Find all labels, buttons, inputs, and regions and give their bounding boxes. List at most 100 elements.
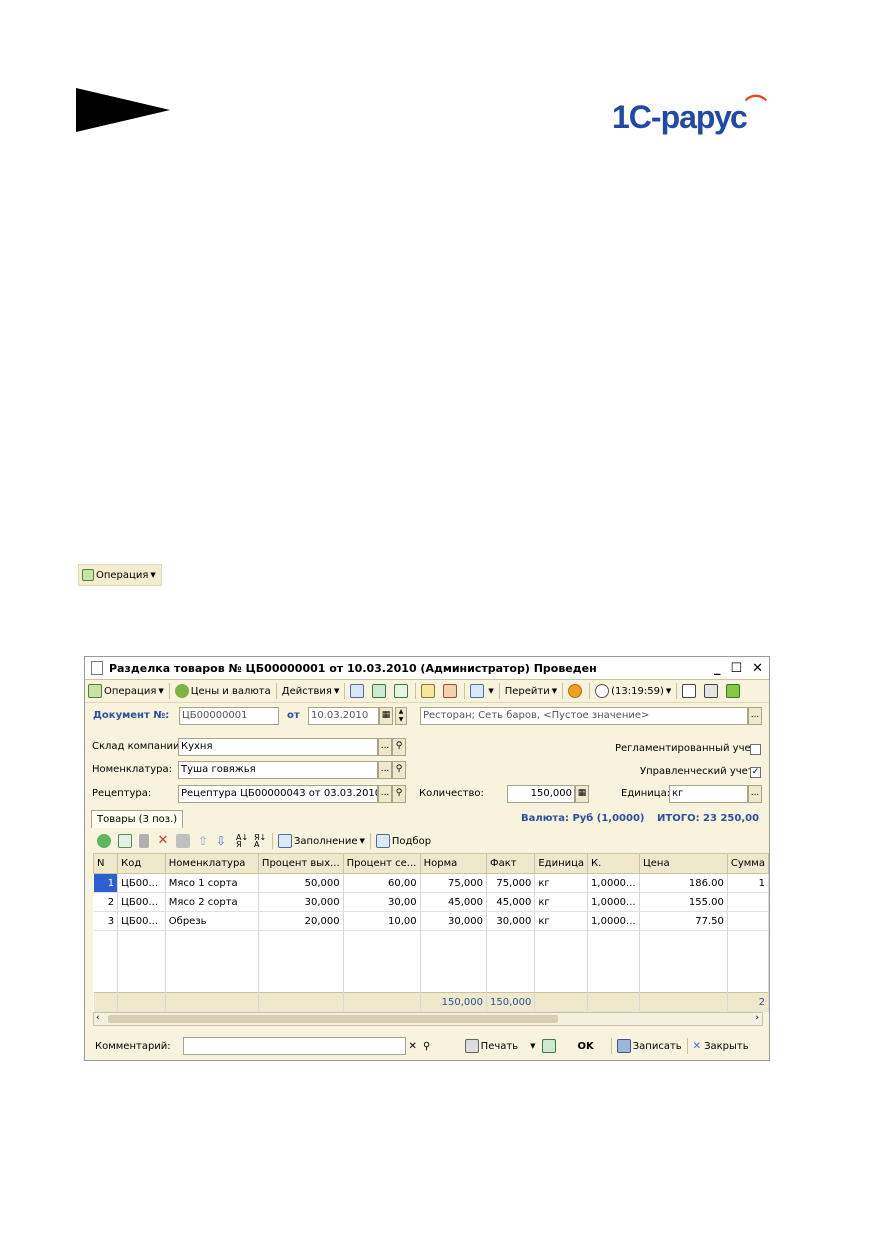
close-button[interactable]: ✕ Закрыть xyxy=(690,1037,752,1055)
document-number-field[interactable]: ЦБ00000001 xyxy=(179,707,279,725)
list-view-button[interactable] xyxy=(701,682,723,700)
cell[interactable]: 1,0000... xyxy=(587,911,640,931)
scroll-right-icon[interactable]: › xyxy=(755,1013,759,1023)
calculator-button[interactable]: ▦ xyxy=(575,785,589,803)
cell[interactable]: ЦБ00... xyxy=(117,873,166,893)
column-header[interactable]: Единица xyxy=(534,853,589,874)
column-header[interactable]: Код xyxy=(117,853,166,874)
recipe-search-button[interactable]: ⚲ xyxy=(392,785,406,803)
sort-descending-icon[interactable]: Я↓ A xyxy=(254,834,268,849)
cell[interactable]: 20,000 xyxy=(258,911,344,931)
cell[interactable] xyxy=(727,892,770,912)
cell[interactable]: кг xyxy=(534,892,589,912)
nomenclature-search-button[interactable]: ⚲ xyxy=(392,761,406,779)
cell[interactable]: 1,0000... xyxy=(587,873,640,893)
minimize-button[interactable]: _ xyxy=(714,661,721,676)
cell[interactable]: 3 xyxy=(93,911,119,931)
move-up-icon[interactable]: ⇧ xyxy=(196,834,210,848)
sort-ascending-icon[interactable]: A↓ Я xyxy=(236,834,250,849)
save-button[interactable]: Записать xyxy=(614,1037,685,1055)
column-header[interactable]: Сумма xyxy=(726,853,770,874)
cell[interactable]: 30,000 xyxy=(258,892,344,912)
cell[interactable]: 2 xyxy=(93,892,119,912)
table-row[interactable]: 2 ЦБ00... Мясо 2 сорта 30,000 30,00 45,0… xyxy=(93,892,770,912)
organization-select-button[interactable]: ... xyxy=(748,707,762,725)
prices-currency-button[interactable]: Цены и валюта xyxy=(172,682,274,700)
copy-row-icon[interactable] xyxy=(118,834,132,848)
post-document-button[interactable] xyxy=(347,682,369,700)
column-header[interactable]: N xyxy=(92,853,119,874)
search-icon[interactable]: ⚲ xyxy=(420,1041,434,1052)
regulated-accounting-checkbox[interactable] xyxy=(750,744,761,755)
cell[interactable]: 1 xyxy=(727,873,770,893)
organization-field[interactable]: Ресторан; Сеть баров, <Пустое значение> xyxy=(420,707,748,725)
cell[interactable]: 30,00 xyxy=(343,892,421,912)
fill-up-button[interactable] xyxy=(440,682,462,700)
maximize-button[interactable]: ☐ xyxy=(730,661,742,676)
cell[interactable]: Мясо 1 сорта xyxy=(165,873,259,893)
hierarchy-button[interactable] xyxy=(679,682,701,700)
unit-field[interactable]: кг xyxy=(669,785,748,803)
date-spinner[interactable]: ▲ ▼ xyxy=(395,707,407,725)
cell[interactable]: Обрезь xyxy=(165,911,259,931)
cell[interactable]: 186.00 xyxy=(639,873,728,893)
unit-select-button[interactable]: ... xyxy=(748,785,762,803)
ok-button[interactable]: OK xyxy=(575,1037,597,1055)
move-down-icon[interactable]: ⇩ xyxy=(214,834,228,848)
cell[interactable]: 60,00 xyxy=(343,873,421,893)
recipe-select-button[interactable]: ... xyxy=(378,785,392,803)
cell[interactable]: 1 xyxy=(93,873,119,893)
copy-document-button[interactable] xyxy=(391,682,413,700)
edit-row-icon[interactable] xyxy=(139,834,149,848)
end-edit-icon[interactable] xyxy=(176,834,190,848)
operation-button[interactable]: Операция ▼ xyxy=(85,682,167,700)
empty-table-area[interactable] xyxy=(93,930,770,993)
cell[interactable] xyxy=(727,911,770,931)
recipe-field[interactable]: Рецептура ЦБ00000043 от 03.03.2010 1 xyxy=(178,785,378,803)
cell[interactable]: 45,000 xyxy=(486,892,536,912)
window-titlebar[interactable]: Разделка товаров № ЦБ00000001 от 10.03.2… xyxy=(85,657,769,680)
column-header[interactable]: Номенклатура xyxy=(164,853,259,874)
warehouse-select-button[interactable]: ... xyxy=(378,738,392,756)
nomenclature-field[interactable]: Туша говяжья xyxy=(178,761,378,779)
table-row[interactable]: 1 ЦБ00... Мясо 1 сорта 50,000 60,00 75,0… xyxy=(93,873,770,893)
comment-input[interactable] xyxy=(182,1037,406,1055)
cell[interactable]: 77.50 xyxy=(639,911,728,931)
goto-menu-button[interactable]: Перейти ▼ xyxy=(502,682,560,700)
warehouse-search-button[interactable]: ⚲ xyxy=(392,738,406,756)
add-row-icon[interactable] xyxy=(97,834,111,848)
cell[interactable]: 155.00 xyxy=(639,892,728,912)
column-header[interactable]: Факт xyxy=(485,853,536,874)
delete-row-icon[interactable]: ✕ xyxy=(156,834,170,848)
cell[interactable]: 10,00 xyxy=(343,911,421,931)
column-header[interactable]: Процент се... xyxy=(342,853,421,874)
date-field[interactable]: 10.03.2010 xyxy=(308,707,379,725)
cell[interactable]: ЦБ00... xyxy=(117,892,166,912)
post-check-button[interactable] xyxy=(539,1037,561,1055)
column-header[interactable]: Норма xyxy=(419,853,487,874)
cell[interactable]: ЦБ00... xyxy=(117,911,166,931)
warehouse-field[interactable]: Кухня xyxy=(178,738,378,756)
clear-comment-icon[interactable]: ✕ xyxy=(406,1041,420,1052)
fill-down-button[interactable] xyxy=(418,682,440,700)
time-button[interactable]: (13:19:59) ▼ xyxy=(592,682,674,700)
cell[interactable]: 45,000 xyxy=(420,892,487,912)
fill-menu-button[interactable]: Заполнение ▼ xyxy=(275,832,368,850)
scrollbar-thumb[interactable] xyxy=(108,1015,558,1023)
cell[interactable]: кг xyxy=(534,873,589,893)
pick-button[interactable]: Подбор xyxy=(373,832,434,850)
nomenclature-select-button[interactable]: ... xyxy=(378,761,392,779)
cell[interactable]: 30,000 xyxy=(486,911,536,931)
cell[interactable]: 75,000 xyxy=(486,873,536,893)
quantity-field[interactable]: 150,000 xyxy=(507,785,575,803)
cell[interactable]: 50,000 xyxy=(258,873,344,893)
cell[interactable]: 1,0000... xyxy=(587,892,640,912)
column-header[interactable]: Процент вых... xyxy=(257,853,344,874)
tab-goods[interactable]: Товары (3 поз.) xyxy=(91,810,184,828)
actions-menu-button[interactable]: Действия ▼ xyxy=(279,682,343,700)
scroll-left-icon[interactable]: ‹ xyxy=(96,1013,100,1023)
cell[interactable]: 30,000 xyxy=(420,911,487,931)
report-button[interactable] xyxy=(723,682,745,700)
table-row[interactable]: 3 ЦБ00... Обрезь 20,000 10,00 30,000 30,… xyxy=(93,911,770,931)
column-header[interactable]: Цена xyxy=(639,853,728,874)
